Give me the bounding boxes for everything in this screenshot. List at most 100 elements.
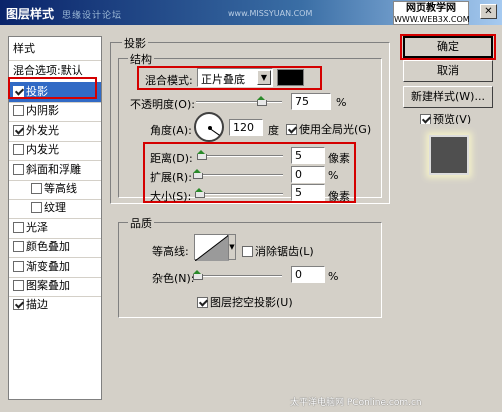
distance-label: 距离(D):	[150, 152, 193, 165]
layer-style-dialog: 图层样式 思缘设计论坛 www.MISSYUAN.COM 网页教学网 WWW.W…	[0, 0, 502, 412]
style-item-label: 图案叠加	[26, 279, 70, 292]
opacity-unit: %	[336, 96, 347, 109]
spread-unit: %	[328, 169, 339, 182]
noise-label: 杂色(N):	[152, 272, 195, 285]
style-item-label: 光泽	[26, 220, 48, 234]
style-item[interactable]: 描边	[9, 295, 101, 315]
anti-alias-label: 消除锯齿(L)	[255, 245, 314, 258]
style-item-label: 纹理	[44, 201, 66, 215]
brand-name: 网页教学网	[406, 3, 456, 14]
checkbox-icon[interactable]	[13, 124, 24, 136]
opacity-slider-track[interactable]	[196, 101, 282, 103]
style-item[interactable]: 内阴影	[9, 101, 101, 121]
styles-header: 样式	[13, 42, 35, 55]
distance-input[interactable]: 5	[291, 147, 325, 164]
angle-unit: 度	[268, 124, 279, 137]
watermark-brand: 网页教学网 WWW.WEB3X.COM	[393, 1, 470, 25]
checkbox-icon[interactable]	[13, 221, 24, 233]
knockout-checkbox[interactable]: 图层挖空投影(U)	[197, 294, 293, 310]
style-item-label: 内阴影	[26, 104, 59, 118]
checkbox-icon[interactable]	[13, 280, 24, 291]
size-unit: 像素	[328, 190, 350, 203]
checkbox-icon[interactable]	[13, 144, 24, 156]
distance-slider-thumb[interactable]	[197, 150, 207, 160]
global-light-checkbox[interactable]: 使用全局光(G)	[286, 121, 371, 137]
close-button[interactable]: ✕	[480, 4, 497, 19]
style-item[interactable]: 斜面和浮雕	[9, 160, 101, 180]
opacity-slider-thumb[interactable]	[256, 96, 267, 106]
style-item[interactable]: 渐变叠加	[9, 257, 101, 277]
checkbox-icon[interactable]	[13, 163, 24, 175]
style-preview	[418, 124, 480, 186]
spread-slider-track[interactable]	[197, 174, 283, 176]
noise-slider-thumb[interactable]	[193, 270, 203, 280]
blend-mode-value: 正片叠底	[201, 73, 245, 86]
style-item-label: 内发光	[26, 143, 59, 157]
style-item[interactable]: 等高线	[9, 179, 101, 199]
watermark-forum: 思缘设计论坛	[62, 11, 123, 21]
style-item-label: 描边	[26, 298, 48, 312]
style-item-label: 斜面和浮雕	[26, 162, 81, 176]
opacity-input[interactable]: 75	[291, 93, 331, 110]
angle-center	[208, 126, 212, 130]
size-slider-track[interactable]	[197, 193, 283, 195]
noise-slider-track[interactable]	[196, 275, 282, 277]
anti-alias-checkbox[interactable]: 消除锯齿(L)	[242, 243, 314, 259]
close-icon: ✕	[484, 6, 493, 17]
checkbox-icon[interactable]	[31, 202, 42, 214]
style-item-label: 渐变叠加	[26, 259, 70, 273]
new-style-button[interactable]: 新建样式(W)...	[403, 86, 493, 108]
checkbox-icon	[197, 297, 208, 308]
size-slider-thumb[interactable]	[195, 188, 205, 198]
checkbox-icon[interactable]	[13, 241, 24, 253]
structure-title: 结构	[128, 51, 154, 67]
checkbox-icon[interactable]	[31, 183, 42, 194]
noise-unit: %	[328, 270, 339, 283]
distance-slider-track[interactable]	[197, 155, 283, 157]
quality-title: 品质	[128, 215, 154, 231]
title-bar: 图层样式 思缘设计论坛 www.MISSYUAN.COM 网页教学网 WWW.W…	[0, 0, 502, 25]
angle-label: 角度(A):	[150, 124, 192, 137]
style-item[interactable]: 图案叠加	[9, 276, 101, 296]
spread-slider-thumb[interactable]	[193, 169, 203, 179]
knockout-label: 图层挖空投影(U)	[210, 296, 293, 309]
size-input[interactable]: 5	[291, 184, 325, 201]
spread-input[interactable]: 0	[291, 166, 325, 183]
checkbox-icon	[242, 246, 253, 257]
style-item-label: 颜色叠加	[26, 240, 70, 254]
footer-watermark: 太平洋电脑网 PConline.com.cn	[290, 398, 422, 408]
chevron-down-icon: ▼	[257, 70, 271, 85]
checkbox-icon[interactable]	[13, 299, 24, 311]
contour-picker[interactable]	[194, 234, 229, 261]
checkbox-icon	[286, 124, 297, 135]
style-item[interactable]: 外发光	[9, 121, 101, 141]
noise-input[interactable]: 0	[291, 266, 325, 283]
style-item[interactable]: 内发光	[9, 140, 101, 160]
blend-mode-select[interactable]: 正片叠底 ▼	[197, 68, 273, 87]
annotation-highlight-ok	[400, 34, 496, 60]
shadow-color-swatch[interactable]	[277, 69, 304, 86]
global-light-label: 使用全局光(G)	[299, 123, 372, 136]
annotation-highlight-drop-shadow	[8, 77, 97, 99]
checkbox-icon[interactable]	[13, 260, 24, 272]
drop-shadow-title: 投影	[122, 35, 148, 51]
style-item[interactable]: 颜色叠加	[9, 237, 101, 257]
distance-unit: 像素	[328, 152, 350, 165]
cancel-button[interactable]: 取消	[403, 60, 493, 82]
watermark-url: www.MISSYUAN.COM	[228, 9, 313, 18]
window-title: 图层样式	[6, 7, 55, 21]
preview-swatch	[429, 135, 469, 175]
chevron-down-icon: ▼	[229, 243, 235, 251]
angle-input[interactable]: 120	[229, 119, 263, 136]
contour-label: 等高线:	[152, 245, 189, 258]
style-item[interactable]: 纹理	[9, 198, 101, 218]
style-item-label: 外发光	[26, 123, 59, 137]
blend-mode-label: 混合模式:	[145, 74, 193, 87]
contour-curve-icon	[195, 235, 229, 261]
style-item-label: 等高线	[44, 182, 77, 195]
contour-dropdown-arrow[interactable]: ▼	[228, 234, 236, 260]
style-item[interactable]: 光泽	[9, 218, 101, 238]
checkbox-icon[interactable]	[13, 105, 24, 117]
brand-url: WWW.WEB3X.COM	[394, 15, 470, 24]
angle-dial[interactable]	[194, 112, 224, 142]
